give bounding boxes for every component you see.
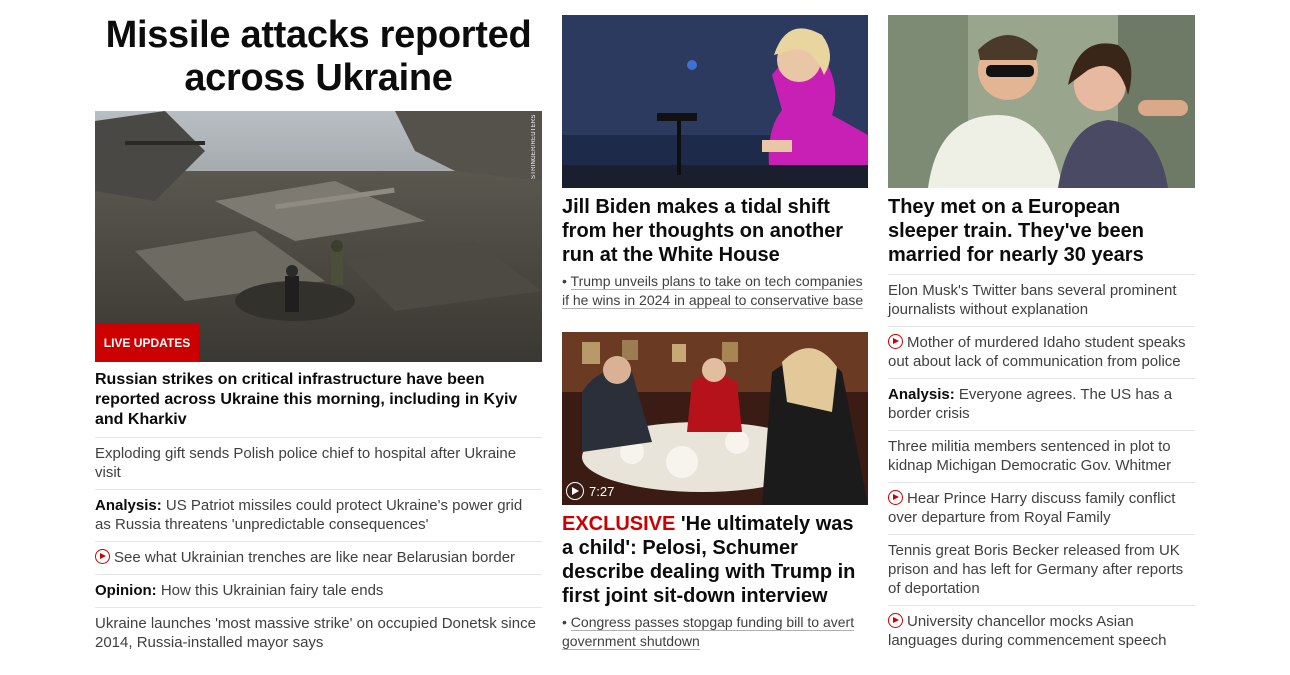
list-item[interactable]: Exploding gift sends Polish police chief…	[95, 437, 542, 489]
jill-biden-headline[interactable]: Jill Biden makes a tidal shift from her …	[562, 195, 868, 267]
pelosi-schumer-video-thumbnail[interactable]	[562, 332, 868, 505]
list-item[interactable]: Three militia members sentenced in plot …	[888, 430, 1195, 482]
stopgap-funding-link[interactable]: • Congress passes stopgap funding bill t…	[562, 613, 868, 651]
play-circle-icon	[888, 490, 903, 505]
lead-related-links: Exploding gift sends Polish police chief…	[95, 437, 542, 659]
list-item[interactable]: University chancellor mocks Asian langua…	[888, 605, 1195, 657]
list-item[interactable]: Mother of murdered Idaho student speaks …	[888, 326, 1195, 378]
play-circle-icon	[888, 334, 903, 349]
play-circle-icon	[95, 549, 110, 564]
photo-credit: STRINGER/REUTERS	[531, 114, 537, 179]
list-item[interactable]: Tennis great Boris Becker released from …	[888, 534, 1195, 605]
list-item[interactable]: Elon Musk's Twitter bans several promine…	[888, 274, 1195, 326]
right-column-links: Elon Musk's Twitter bans several promine…	[888, 274, 1195, 657]
list-item[interactable]: Analysis: Everyone agrees. The US has a …	[888, 378, 1195, 430]
live-updates-badge[interactable]: LIVE UPDATES	[95, 323, 199, 362]
list-item[interactable]: Analysis: US Patriot missiles could prot…	[95, 489, 542, 541]
list-item[interactable]: See what Ukrainian trenches are like nea…	[95, 541, 542, 574]
play-circle-icon	[888, 613, 903, 628]
list-item[interactable]: Hear Prince Harry discuss family conflic…	[888, 482, 1195, 534]
sleeper-train-couple-image[interactable]	[888, 15, 1195, 188]
video-duration[interactable]: 7:27	[566, 482, 614, 500]
lead-headline[interactable]: Missile attacks reported across Ukraine	[95, 14, 542, 100]
play-circle-icon	[566, 482, 584, 500]
sleeper-train-headline[interactable]: They met on a European sleeper train. Th…	[888, 195, 1195, 267]
list-item[interactable]: Ukraine launches 'most massive strike' o…	[95, 607, 542, 659]
trump-tech-link[interactable]: • Trump unveils plans to take on tech co…	[562, 272, 868, 310]
pelosi-schumer-headline[interactable]: EXCLUSIVE 'He ultimately was a child': P…	[562, 512, 868, 608]
jill-biden-image[interactable]	[562, 15, 868, 188]
list-item[interactable]: Opinion: How this Ukrainian fairy tale e…	[95, 574, 542, 607]
lead-summary-link[interactable]: Russian strikes on critical infrastructu…	[95, 370, 542, 430]
exclusive-label: EXCLUSIVE	[562, 513, 676, 535]
